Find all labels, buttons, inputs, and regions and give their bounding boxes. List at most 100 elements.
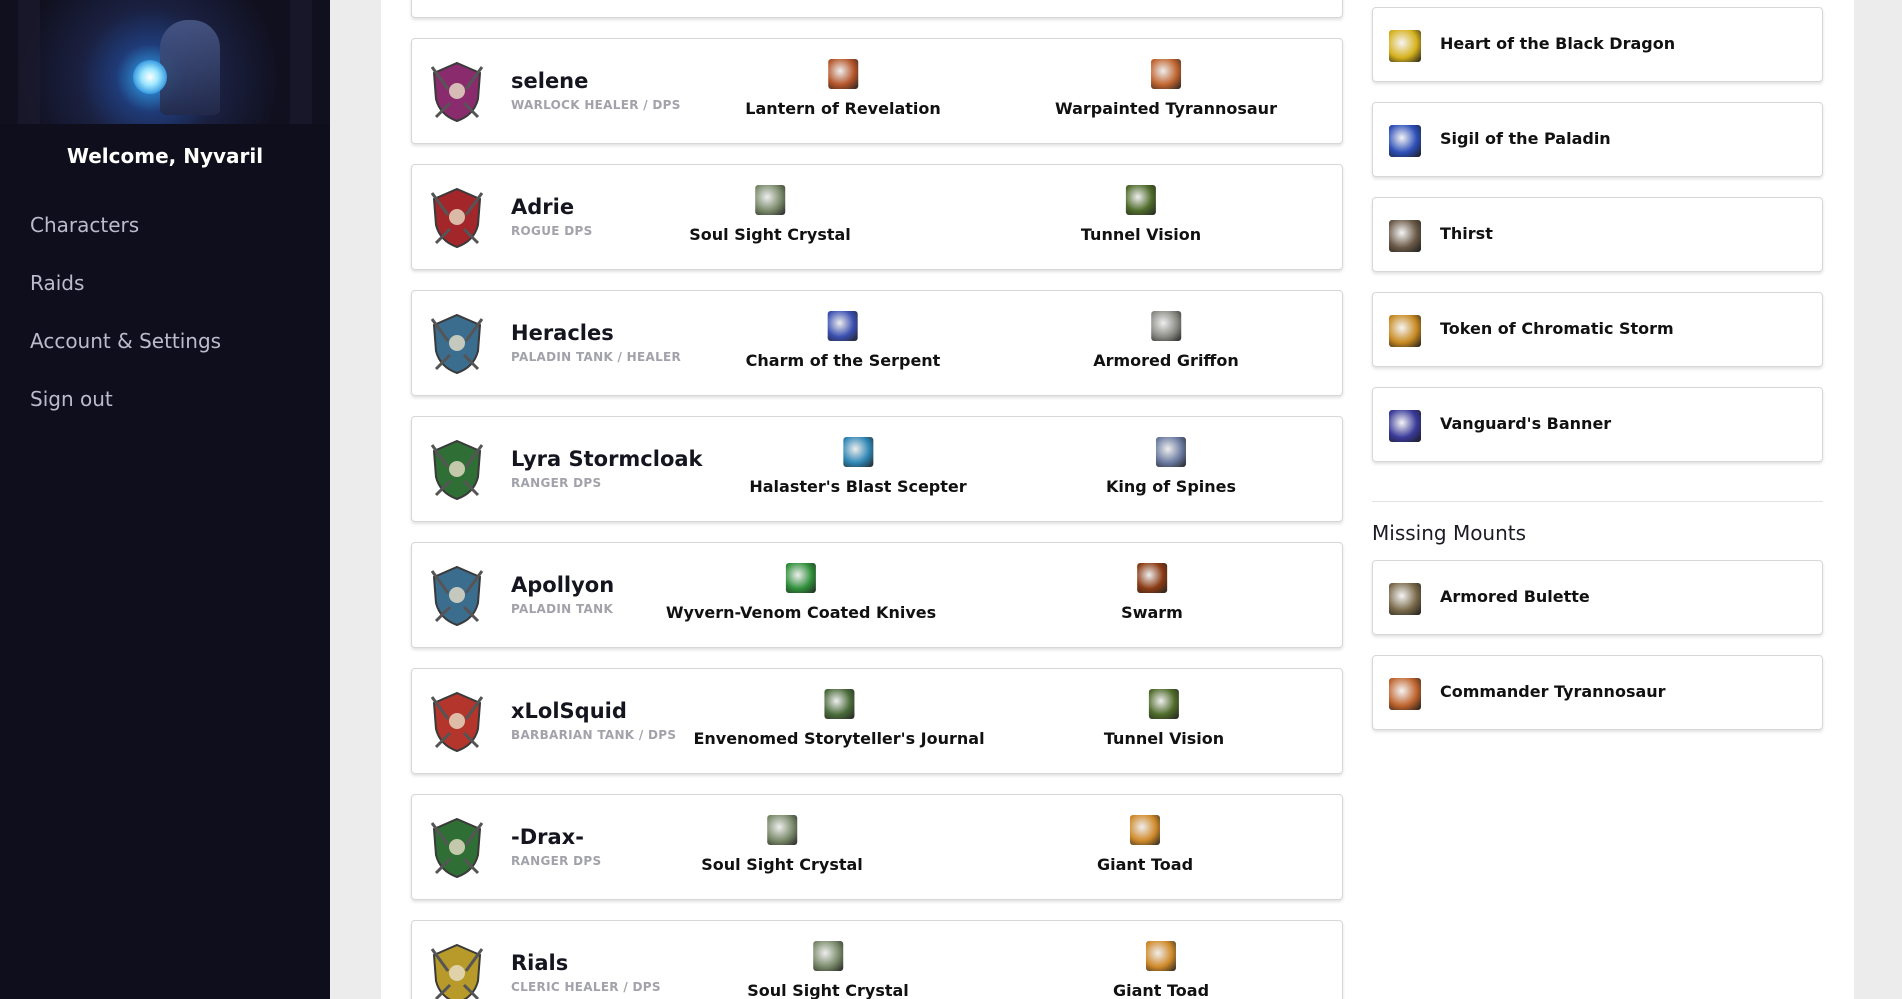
character-role: PALADIN TANK / HEALER xyxy=(511,350,682,364)
profile-banner xyxy=(0,0,330,124)
sidebar-nav: Characters Raids Account & Settings Sign… xyxy=(0,210,330,442)
item-card[interactable]: Sigil of the Paladin xyxy=(1372,102,1823,177)
welcome-message: Welcome, Nyvaril xyxy=(66,144,264,168)
character-role: RANGER DPS xyxy=(511,854,602,868)
character-card[interactable]: xLolSquid BARBARIAN TANK / DPS Envenomed S… xyxy=(411,668,1343,774)
knives-icon xyxy=(785,563,816,593)
character-name: xLolSquid xyxy=(511,699,627,723)
glowing-orb-icon xyxy=(133,60,167,94)
sidebar: Welcome, Nyvaril Characters Raids Accoun… xyxy=(0,0,330,999)
character-card[interactable]: selene WARLOCK HEALER / DPS Lantern of Rev… xyxy=(411,38,1343,144)
reward-item[interactable]: Halaster's Blast Scepter xyxy=(749,437,967,496)
tyrannosaur-icon xyxy=(1389,678,1421,710)
tunnel-icon xyxy=(1126,185,1156,215)
reward-item[interactable]: Envenomed Storyteller's Journal xyxy=(693,689,985,748)
journal-icon xyxy=(824,689,854,719)
character-name: selene xyxy=(511,69,589,93)
item-card-label: Sigil of the Paladin xyxy=(1440,129,1611,148)
character-card[interactable]: Heracles PALADIN TANK / HEALER Charm of th… xyxy=(411,290,1343,396)
character-emblem-icon xyxy=(430,817,484,879)
character-role: BARBARIAN TANK / DPS xyxy=(511,728,677,742)
character-role: RANGER DPS xyxy=(511,476,602,490)
item-card[interactable]: Thirst xyxy=(1372,197,1823,272)
character-name: Heracles xyxy=(511,321,614,345)
reward-item[interactable]: Soul Sight Crystal xyxy=(689,185,851,244)
mount-item-label: Giant Toad xyxy=(1112,981,1210,999)
item-card-label: Heart of the Black Dragon xyxy=(1440,34,1676,53)
character-card[interactable]: Adrie ROGUE DPS Soul Sight Crystal Tunnel V… xyxy=(411,164,1343,270)
mount-item[interactable]: Tunnel Vision xyxy=(1104,689,1224,748)
mount-item[interactable]: Tunnel Vision xyxy=(1081,185,1201,244)
mount-item-label: Tunnel Vision xyxy=(1080,225,1202,244)
character-emblem-icon xyxy=(430,565,484,627)
reward-item-label: Soul Sight Crystal xyxy=(747,981,909,999)
character-name: Rials xyxy=(511,951,569,975)
character-role: PALADIN TANK xyxy=(511,602,614,616)
swarm-icon xyxy=(1136,563,1167,593)
griffon-icon xyxy=(1151,311,1181,341)
character-name: -Drax- xyxy=(511,825,584,849)
reward-item[interactable]: Charm of the Serpent xyxy=(745,311,941,370)
character-emblem-icon xyxy=(430,439,484,501)
mount-item[interactable]: Warpainted Tyrannosaur xyxy=(1055,59,1277,118)
crystal-skull-icon xyxy=(754,185,785,215)
character-emblem-icon xyxy=(430,187,484,249)
banner-icon xyxy=(1389,410,1421,442)
mount-item-label: Tunnel Vision xyxy=(1103,729,1225,748)
item-card-label: Token of Chromatic Storm xyxy=(1440,319,1674,338)
serpent-charm-icon xyxy=(828,311,858,341)
reward-item[interactable]: Wyvern-Venom Coated Knives xyxy=(666,563,936,622)
mount-item-label: Swarm xyxy=(1121,603,1183,622)
reward-item-label: Lantern of Revelation xyxy=(745,99,941,118)
item-card-label: Vanguard's Banner xyxy=(1440,414,1612,433)
black-dragon-heart-icon xyxy=(1389,30,1421,62)
scepter-icon xyxy=(842,437,873,467)
mount-item-label: Armored Griffon xyxy=(1093,351,1239,370)
item-card[interactable]: Token of Chromatic Storm xyxy=(1372,292,1823,367)
spines-icon xyxy=(1155,437,1186,467)
nav-account-settings[interactable]: Account & Settings xyxy=(0,326,330,384)
character-name: Apollyon xyxy=(511,573,615,597)
missing-mount-label: Armored Bulette xyxy=(1440,587,1590,606)
paladin-sigil-icon xyxy=(1389,125,1421,157)
mount-item-label: Warpainted Tyrannosaur xyxy=(1055,99,1277,118)
reward-item[interactable]: Soul Sight Crystal xyxy=(701,815,863,874)
item-card-label: Thirst xyxy=(1440,224,1493,243)
dagger-icon xyxy=(1389,220,1421,252)
item-card[interactable]: Heart of the Black Dragon xyxy=(1372,7,1823,82)
character-card[interactable]: -Drax- RANGER DPS Soul Sight Crystal Giant … xyxy=(411,794,1343,900)
nav-raids[interactable]: Raids xyxy=(0,268,330,326)
toad-icon xyxy=(1146,941,1176,971)
reward-item[interactable]: Lantern of Revelation xyxy=(745,59,941,118)
character-figure xyxy=(160,20,220,115)
character-name: Lyra Stormcloak xyxy=(511,447,703,471)
character-emblem-icon xyxy=(430,943,484,999)
tunnel-icon xyxy=(1149,689,1179,719)
mount-item[interactable]: Giant Toad xyxy=(1113,941,1209,999)
mount-item[interactable]: Swarm xyxy=(1121,563,1183,622)
reward-item-label: Soul Sight Crystal xyxy=(689,225,851,244)
mount-item-label: King of Spines xyxy=(1105,477,1237,496)
reward-item[interactable]: Soul Sight Crystal xyxy=(747,941,909,999)
character-card[interactable]: Apollyon PALADIN TANK Wyvern-Venom Coated … xyxy=(411,542,1343,648)
item-card[interactable]: Vanguard's Banner xyxy=(1372,387,1823,462)
missing-mount-card[interactable]: Commander Tyrannosaur xyxy=(1372,655,1823,730)
nav-sign-out[interactable]: Sign out xyxy=(0,384,330,442)
missing-mount-card[interactable]: Armored Bulette xyxy=(1372,560,1823,635)
mount-item-label: Giant Toad xyxy=(1096,855,1194,874)
crystal-skull-icon xyxy=(766,815,797,845)
lantern-icon xyxy=(827,59,858,89)
character-card[interactable]: Rials CLERIC HEALER / DPS Soul Sight Cryst… xyxy=(411,920,1343,999)
chromatic-token-icon xyxy=(1389,315,1421,347)
reward-item-label: Charm of the Serpent xyxy=(745,351,941,370)
nav-characters[interactable]: Characters xyxy=(0,210,330,268)
mount-item[interactable]: King of Spines xyxy=(1106,437,1236,496)
mount-item[interactable]: Armored Griffon xyxy=(1093,311,1239,370)
crystal-skull-icon xyxy=(812,941,843,971)
character-card-partial xyxy=(411,0,1343,18)
mount-item[interactable]: Giant Toad xyxy=(1097,815,1193,874)
reward-item-label: Wyvern-Venom Coated Knives xyxy=(665,603,937,622)
character-role: CLERIC HEALER / DPS xyxy=(511,980,661,994)
character-card[interactable]: Lyra Stormcloak RANGER DPS Halaster's Blas… xyxy=(411,416,1343,522)
reward-item-label: Soul Sight Crystal xyxy=(701,855,863,874)
